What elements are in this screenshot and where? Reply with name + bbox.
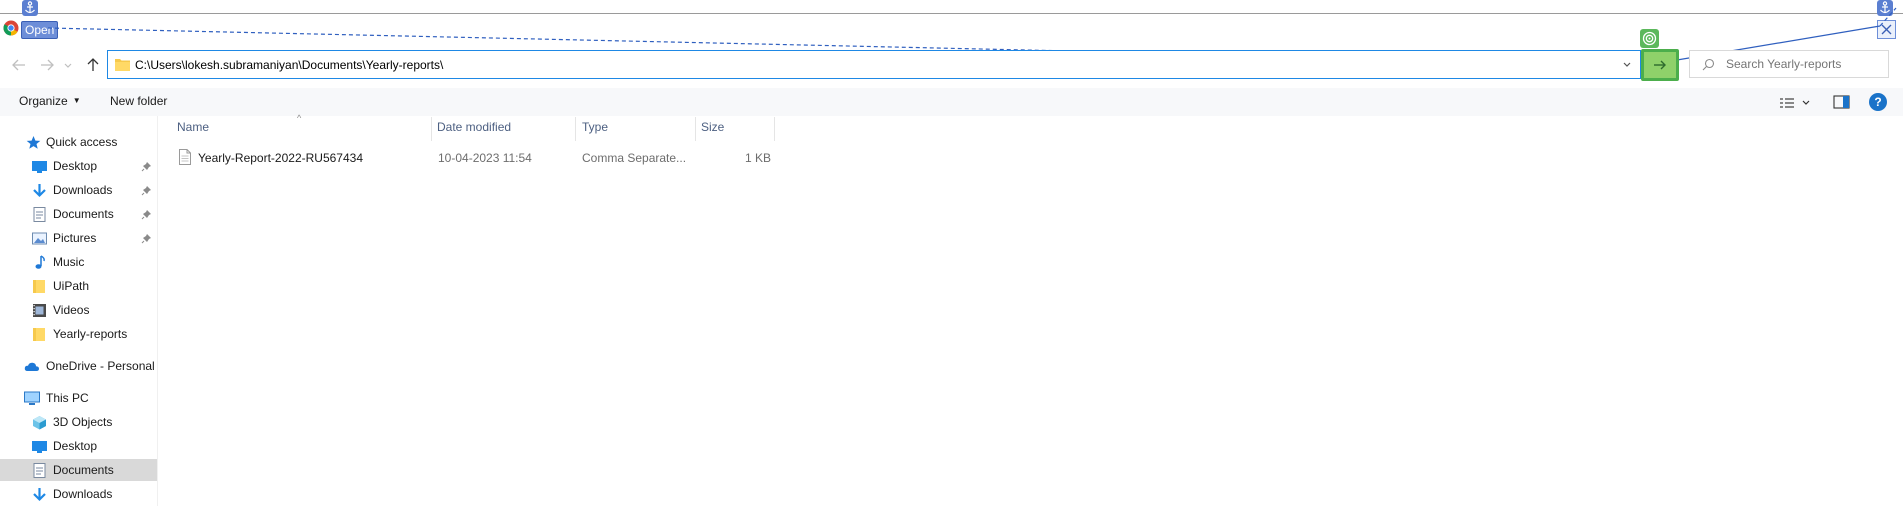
arrow-left-icon (12, 59, 25, 71)
nav-item-music[interactable]: Music (0, 251, 157, 273)
nav-label: Downloads (53, 487, 113, 501)
new-folder-button[interactable]: New folder (110, 94, 167, 108)
go-button[interactable] (1641, 49, 1679, 81)
column-header-name[interactable]: Name (177, 120, 209, 134)
pane-divider[interactable] (157, 116, 158, 506)
downloads-icon (32, 487, 47, 502)
pictures-icon (32, 231, 47, 246)
sort-ascending-icon: ^ (297, 113, 302, 123)
nav-item-documents[interactable]: Documents (0, 203, 157, 225)
nav-label: Documents (53, 463, 114, 477)
arrow-right-icon (41, 59, 54, 71)
nav-label: Yearly-reports (53, 327, 128, 341)
nav-item-pictures[interactable]: Pictures (0, 227, 157, 249)
folder-icon (32, 279, 47, 294)
target-icon (1640, 29, 1659, 48)
nav-label: Videos (53, 303, 90, 317)
file-date: 10-04-2023 11:54 (438, 151, 532, 165)
nav-label: This PC (46, 391, 89, 405)
preview-pane-button[interactable] (1832, 93, 1852, 111)
column-divider[interactable] (695, 117, 696, 141)
change-view-button[interactable] (1778, 93, 1814, 111)
nav-item-pc-downloads[interactable]: Downloads (0, 483, 157, 505)
chrome-icon (3, 20, 19, 36)
search-box[interactable] (1689, 50, 1889, 78)
title-bar: Open (0, 14, 1903, 48)
command-bar: Organize ▼ New folder ? (0, 88, 1903, 116)
column-divider[interactable] (431, 117, 432, 141)
nav-item-desktop[interactable]: Desktop (0, 155, 157, 177)
3d-objects-icon (32, 415, 47, 430)
nav-label: UiPath (53, 279, 90, 293)
music-icon (32, 255, 47, 270)
nav-item-downloads[interactable]: Downloads (0, 179, 157, 201)
navigation-pane: Quick access Desktop Downloads Documents… (0, 116, 157, 506)
chevron-down-icon[interactable] (1621, 59, 1633, 71)
column-header-date[interactable]: Date modified (437, 120, 511, 134)
nav-quick-access[interactable]: Quick access (0, 131, 157, 153)
cloud-icon (24, 359, 40, 374)
column-divider[interactable] (575, 117, 576, 141)
nav-label: Desktop (53, 439, 98, 453)
column-divider[interactable] (774, 117, 775, 141)
address-bar[interactable] (107, 50, 1641, 79)
nav-this-pc[interactable]: This PC (0, 387, 157, 409)
view-list-icon (1780, 98, 1810, 108)
back-button[interactable] (9, 55, 29, 75)
pin-icon[interactable] (141, 233, 152, 244)
desktop-icon (32, 439, 47, 454)
nav-label: Documents (53, 207, 114, 221)
downloads-icon (32, 183, 47, 198)
file-row[interactable]: Yearly-Report-2022-RU567434 10-04-2023 1… (175, 148, 775, 168)
nav-label: Quick access (46, 135, 118, 149)
nav-label: Music (53, 255, 85, 269)
nav-item-pc-desktop[interactable]: Desktop (0, 435, 157, 457)
nav-item-pc-documents[interactable]: Documents (0, 459, 157, 481)
nav-item-uipath[interactable]: UiPath (0, 275, 157, 297)
organize-label: Organize (19, 94, 68, 108)
computer-icon (24, 391, 40, 406)
chevron-down-icon (64, 63, 72, 68)
folder-icon (115, 57, 130, 71)
preview-pane-icon (1833, 95, 1850, 109)
search-icon (1702, 58, 1715, 71)
file-size: 1 KB (745, 151, 772, 165)
nav-label: 3D Objects (53, 415, 113, 429)
nav-item-videos[interactable]: Videos (0, 299, 157, 321)
up-button[interactable] (83, 55, 103, 75)
close-icon (1881, 24, 1892, 35)
pin-icon[interactable] (141, 185, 152, 196)
nav-item-3d-objects[interactable]: 3D Objects (0, 411, 157, 433)
window-title: Open (21, 21, 59, 39)
nav-label: Downloads (53, 183, 113, 197)
nav-label: Pictures (53, 231, 97, 245)
column-header-type[interactable]: Type (582, 120, 608, 134)
nav-label: OneDrive - Personal (46, 359, 155, 373)
file-name: Yearly-Report-2022-RU567434 (198, 151, 363, 165)
pin-icon[interactable] (141, 161, 152, 172)
pin-icon[interactable] (141, 209, 152, 220)
documents-icon (32, 463, 47, 478)
search-input[interactable] (1726, 56, 1876, 72)
star-icon (26, 135, 41, 150)
recent-locations-button[interactable] (62, 55, 74, 75)
nav-label: Desktop (53, 159, 98, 173)
nav-onedrive[interactable]: OneDrive - Personal (0, 355, 157, 377)
folder-icon (32, 327, 47, 342)
close-button[interactable] (1877, 20, 1896, 39)
file-icon (179, 149, 191, 165)
desktop-icon (32, 159, 47, 174)
help-button[interactable]: ? (1869, 93, 1887, 111)
organize-button[interactable]: Organize ▼ (19, 94, 81, 108)
forward-button[interactable] (37, 55, 57, 75)
documents-icon (32, 207, 47, 222)
nav-item-yearly-reports[interactable]: Yearly-reports (0, 323, 157, 345)
column-header-size[interactable]: Size (701, 120, 724, 134)
address-input[interactable] (131, 55, 1615, 74)
videos-icon (32, 303, 47, 318)
arrow-right-icon (1654, 60, 1666, 70)
arrow-up-icon (87, 58, 99, 71)
file-type: Comma Separate... (582, 151, 687, 165)
caret-down-icon: ▼ (72, 96, 81, 105)
